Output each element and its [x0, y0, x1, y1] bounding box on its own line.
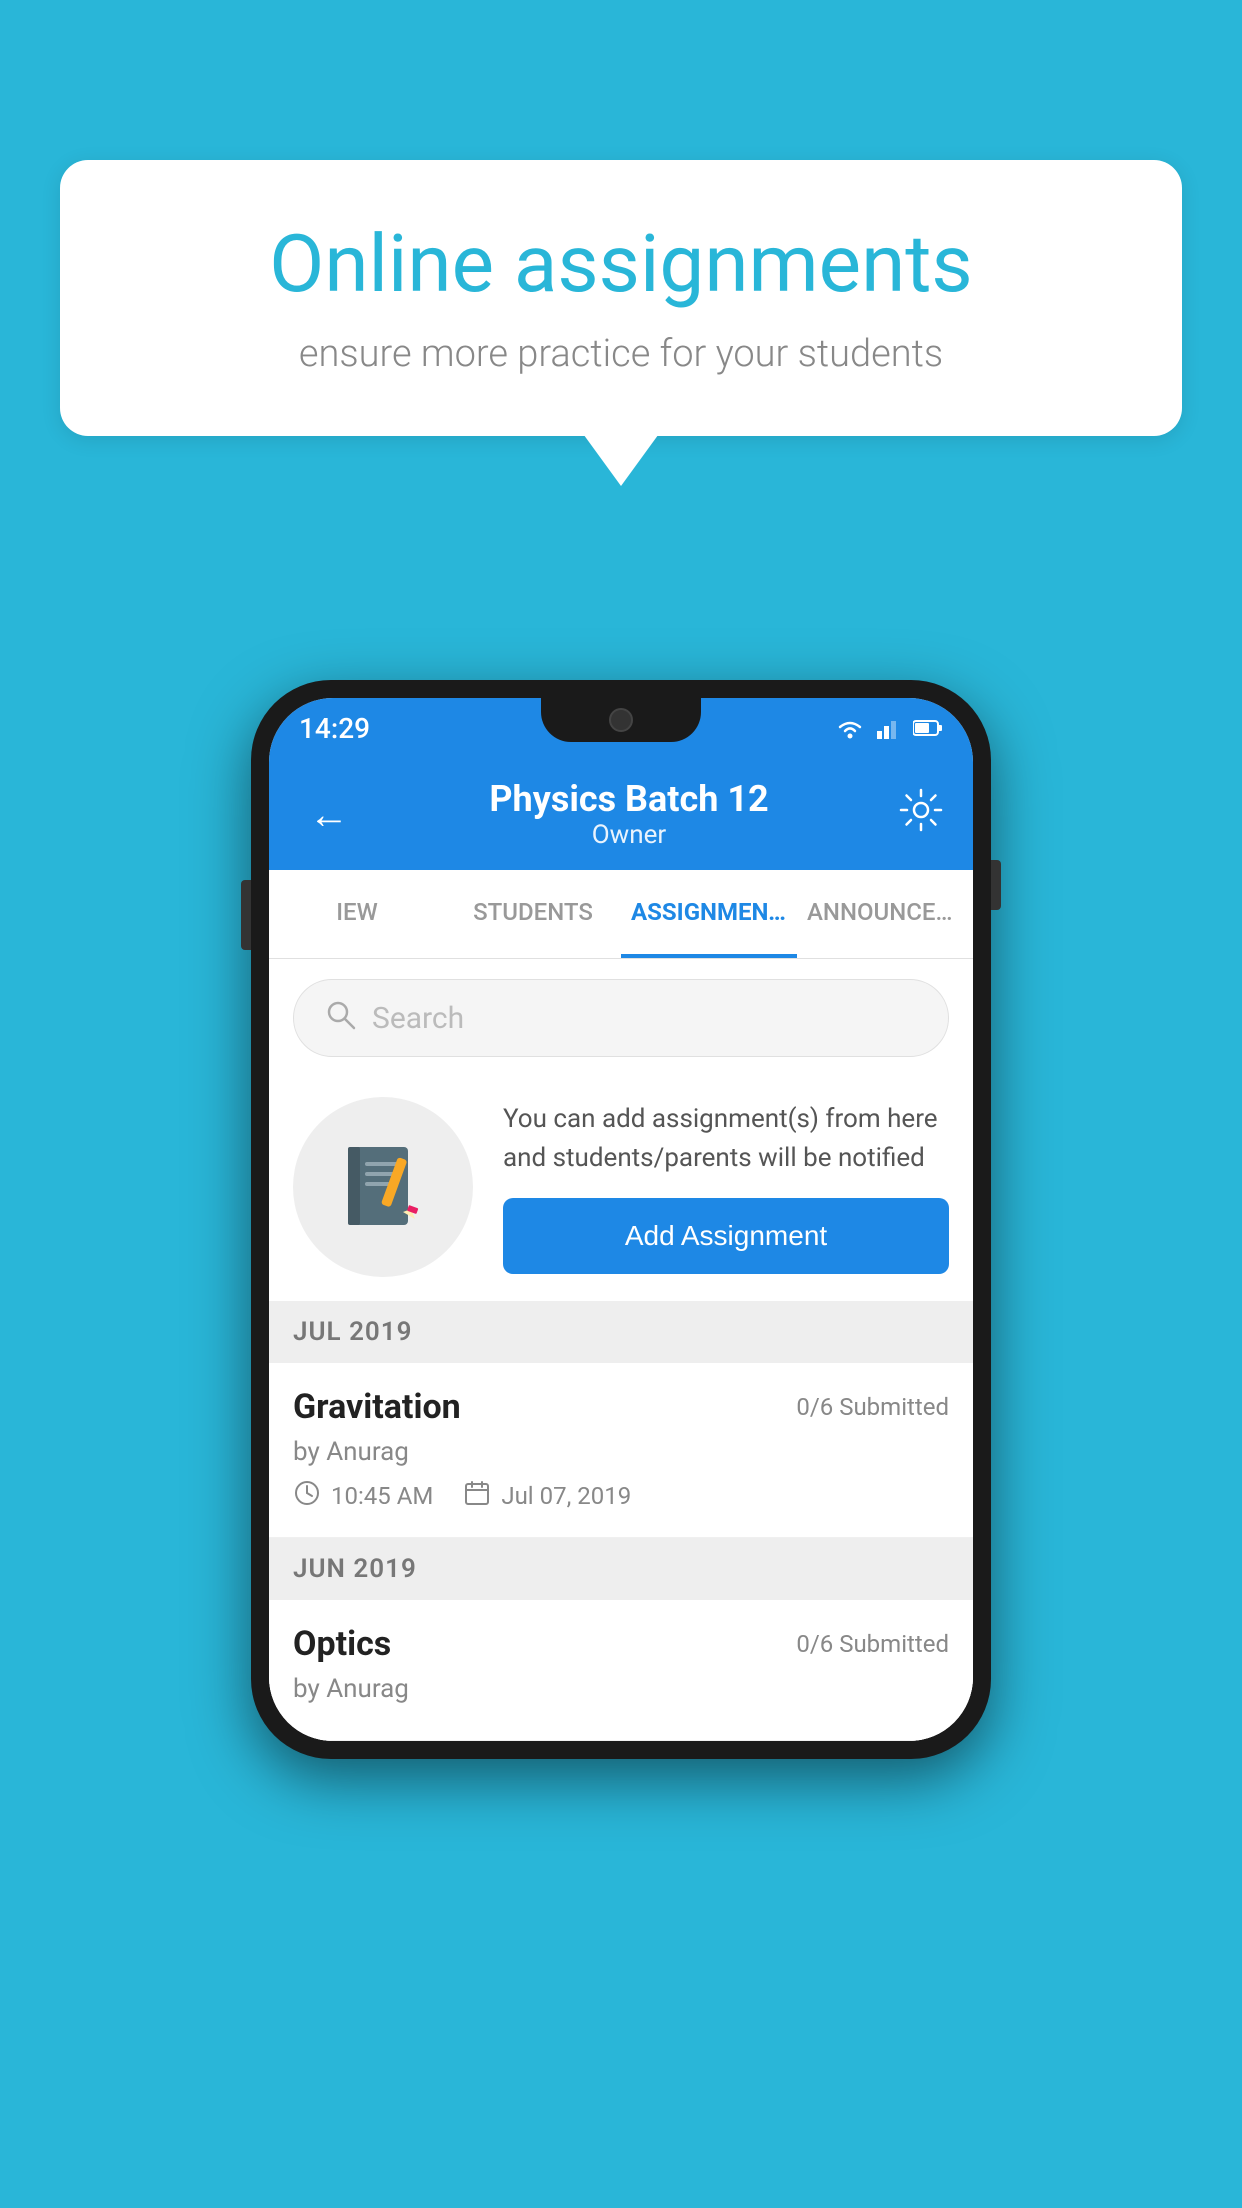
- phone-side-btn-left: [241, 880, 251, 950]
- promo-icon-circle: [293, 1097, 473, 1277]
- assignment-optics-by: by Anurag: [293, 1674, 949, 1704]
- speech-bubble-section: Online assignments ensure more practice …: [60, 160, 1182, 436]
- assignment-optics-title: Optics: [293, 1624, 391, 1664]
- status-time: 14:29: [299, 712, 370, 745]
- assignment-gravitation-time-text: 10:45 AM: [331, 1482, 433, 1510]
- assignment-gravitation-date-text: Jul 07, 2019: [501, 1482, 631, 1510]
- phone-outer: 14:29: [251, 680, 991, 1759]
- wifi-icon: [835, 717, 865, 739]
- phone-screen: 14:29: [269, 698, 973, 1741]
- assignment-gravitation-top: Gravitation 0/6 Submitted: [293, 1387, 949, 1427]
- assignment-gravitation-time: 10:45 AM: [293, 1479, 433, 1513]
- search-bar[interactable]: Search: [293, 979, 949, 1057]
- section-header-jun: JUN 2019: [269, 1538, 973, 1600]
- clock-icon: [293, 1479, 321, 1513]
- promo-description: You can add assignment(s) from here and …: [503, 1100, 949, 1178]
- signal-icon: [877, 717, 901, 739]
- section-header-jun-text: JUN 2019: [293, 1554, 949, 1584]
- tabs-bar: IEW STUDENTS ASSIGNMENTS ANNOUNCEM...: [269, 870, 973, 959]
- phone-side-btn-right: [991, 860, 1001, 910]
- tab-iew[interactable]: IEW: [269, 870, 445, 958]
- header-center: Physics Batch 12 Owner: [489, 778, 768, 850]
- section-header-jul: JUL 2019: [269, 1301, 973, 1363]
- phone-mockup: 14:29: [251, 680, 991, 1759]
- assignment-gravitation-title: Gravitation: [293, 1387, 461, 1427]
- calendar-icon: [463, 1479, 491, 1513]
- tab-assignments[interactable]: ASSIGNMENTS: [621, 870, 797, 958]
- add-assignment-button[interactable]: Add Assignment: [503, 1198, 949, 1274]
- promo-text-area: You can add assignment(s) from here and …: [503, 1100, 949, 1274]
- assignment-gravitation-by: by Anurag: [293, 1437, 949, 1467]
- assignment-gravitation-meta: 10:45 AM Jul 07, 201: [293, 1479, 949, 1513]
- promo-section: You can add assignment(s) from here and …: [269, 1077, 973, 1301]
- assignment-gravitation-date: Jul 07, 2019: [463, 1479, 631, 1513]
- search-container: Search: [269, 959, 973, 1077]
- tab-students[interactable]: STUDENTS: [445, 870, 621, 958]
- search-icon: [324, 998, 356, 1038]
- assignment-gravitation[interactable]: Gravitation 0/6 Submitted by Anurag: [269, 1363, 973, 1538]
- content-area: Search: [269, 959, 973, 1741]
- speech-bubble: Online assignments ensure more practice …: [60, 160, 1182, 436]
- section-header-jul-text: JUL 2019: [293, 1317, 949, 1347]
- status-icons: [835, 717, 943, 739]
- assignment-gravitation-submitted: 0/6 Submitted: [796, 1393, 949, 1421]
- phone-camera: [609, 708, 633, 732]
- search-input-placeholder: Search: [372, 1001, 464, 1036]
- settings-button[interactable]: [899, 788, 943, 841]
- back-button[interactable]: ←: [299, 781, 359, 848]
- phone-notch: [541, 698, 701, 742]
- header-title: Physics Batch 12: [489, 778, 768, 820]
- speech-bubble-subtitle: ensure more practice for your students: [140, 332, 1102, 376]
- tab-announcements[interactable]: ANNOUNCEM...: [797, 870, 973, 958]
- assignment-optics[interactable]: Optics 0/6 Submitted by Anurag: [269, 1600, 973, 1741]
- header-subtitle: Owner: [489, 820, 768, 850]
- battery-icon: [913, 719, 943, 737]
- speech-bubble-title: Online assignments: [140, 220, 1102, 308]
- assignment-optics-top: Optics 0/6 Submitted: [293, 1624, 949, 1664]
- notebook-icon: [333, 1137, 433, 1237]
- assignment-optics-submitted: 0/6 Submitted: [796, 1630, 949, 1658]
- app-header: ← Physics Batch 12 Owner: [269, 758, 973, 870]
